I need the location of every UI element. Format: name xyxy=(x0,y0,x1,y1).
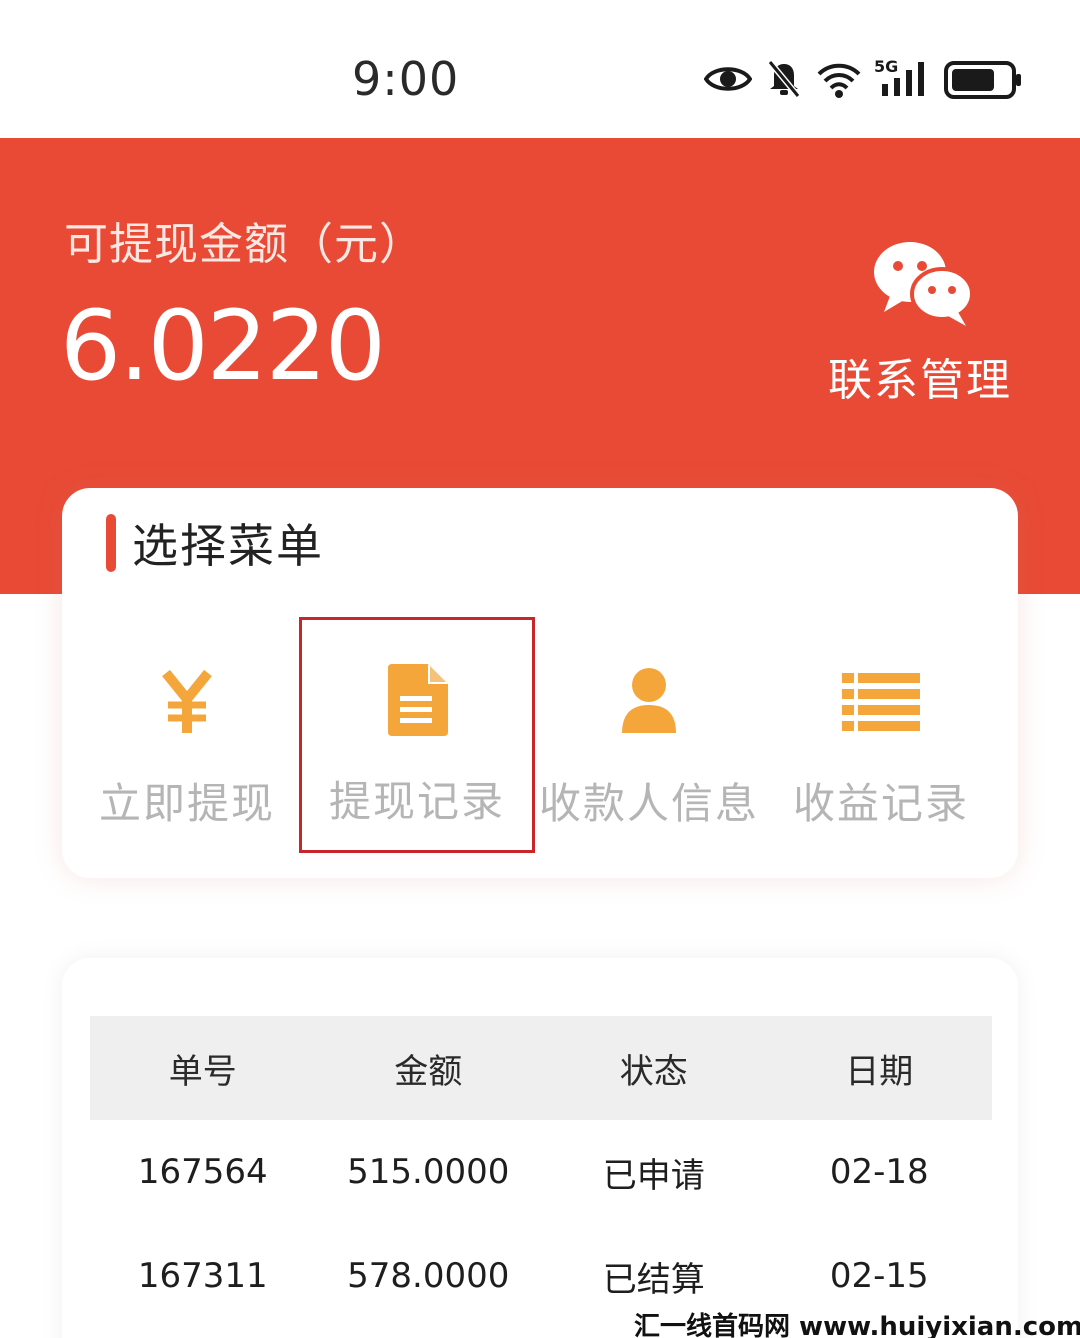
menu-item-payee-info[interactable]: 收款人信息 xyxy=(534,622,764,852)
column-header: 单号 xyxy=(168,1051,237,1092)
amount-cell: 578.0000 xyxy=(347,1256,510,1296)
status-bar: 9:00 5G xyxy=(0,0,1080,138)
balance-label: 可提现金额（元） xyxy=(64,219,424,270)
wechat-icon xyxy=(870,238,980,328)
menu-item-earnings-records[interactable]: 收益记录 xyxy=(766,622,996,852)
table-header: 单号 金额 状态 日期 xyxy=(90,1016,992,1120)
order-number-cell: 167564 xyxy=(137,1152,268,1192)
date-cell: 02-15 xyxy=(829,1256,929,1296)
network-type-label: 5G xyxy=(874,57,898,76)
eye-icon xyxy=(703,62,753,100)
records-table-card: 单号 金额 状态 日期 167564 515.0000 已申请 02-18 16… xyxy=(62,958,1018,1338)
menu-item-label: 收款人信息 xyxy=(538,779,759,828)
menu-item-label: 立即提现 xyxy=(98,779,275,828)
menu-item-label: 提现记录 xyxy=(328,777,505,826)
bell-muted-icon xyxy=(766,58,802,102)
column-header: 日期 xyxy=(845,1051,914,1092)
menu-item-withdraw-records[interactable]: 提现记录 xyxy=(299,617,535,853)
person-icon xyxy=(534,662,764,742)
balance-value: 6.0220 xyxy=(60,290,386,402)
contact-admin-button[interactable]: 联系管理 xyxy=(820,238,1030,408)
watermark: 汇一线首码网 www.huiyixian.com xyxy=(634,1312,1080,1338)
menu-item-label: 收益记录 xyxy=(792,779,969,828)
5g-signal-icon: 5G xyxy=(874,56,934,104)
column-header: 金额 xyxy=(394,1051,463,1092)
order-number-cell: 167311 xyxy=(137,1256,268,1296)
amount-cell: 515.0000 xyxy=(347,1152,510,1192)
menu-card: 选择菜单 立即提现 提现记录 收款人信息 收益记录 xyxy=(62,488,1018,878)
document-icon xyxy=(302,660,532,740)
menu-title: 选择菜单 xyxy=(132,519,324,573)
status-time: 9:00 xyxy=(352,52,460,106)
status-cell: 已申请 xyxy=(602,1155,705,1196)
menu-title-accent xyxy=(106,514,116,572)
status-icons: 5G xyxy=(700,56,1030,104)
wifi-icon xyxy=(816,60,862,104)
column-header: 状态 xyxy=(619,1051,688,1092)
status-cell: 已结算 xyxy=(602,1259,705,1300)
withdraw-page: 9:00 5G 可提现金额（元） 6.0220 联系管理 选择菜单 立即提现 提… xyxy=(0,0,1080,1338)
menu-item-withdraw-now[interactable]: 立即提现 xyxy=(72,622,302,852)
list-icon xyxy=(766,662,996,742)
contact-admin-label: 联系管理 xyxy=(828,355,1012,406)
yuan-icon xyxy=(72,662,302,742)
battery-icon xyxy=(944,60,1024,104)
date-cell: 02-18 xyxy=(829,1152,929,1192)
records-table: 单号 金额 状态 日期 167564 515.0000 已申请 02-18 16… xyxy=(90,1016,992,1328)
table-row: 167564 515.0000 已申请 02-18 xyxy=(90,1120,992,1224)
